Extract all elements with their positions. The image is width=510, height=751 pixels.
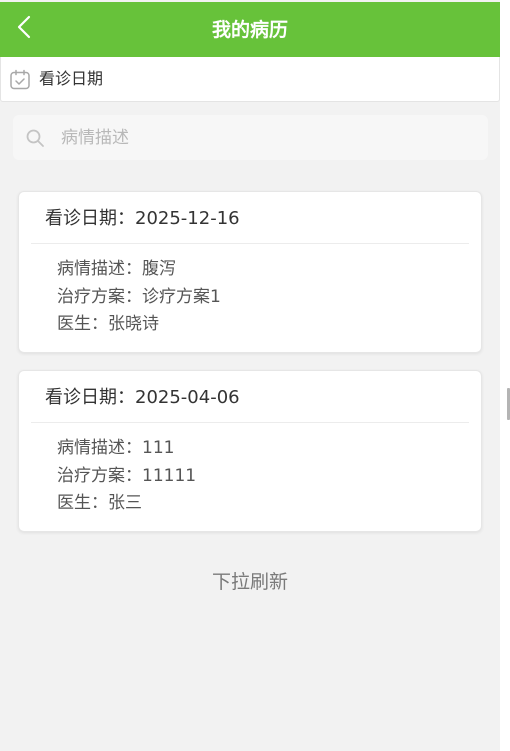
header-bar: 我的病历 bbox=[0, 2, 500, 57]
record-visit-date: 看诊日期：2025-12-16 bbox=[45, 208, 240, 230]
record-condition: 病情描述：腹泻 bbox=[57, 258, 176, 280]
record-condition-value: 腹泻 bbox=[142, 259, 176, 279]
record-divider bbox=[31, 422, 469, 423]
visit-date-filter[interactable]: 看诊日期 bbox=[0, 57, 500, 102]
record-card[interactable]: 看诊日期：2025-04-06 病情描述：111 治疗方案：11111 医生：张… bbox=[18, 370, 482, 532]
record-date-label: 看诊日期： bbox=[45, 208, 135, 229]
record-date-value: 2025-12-16 bbox=[135, 208, 240, 229]
record-treatment-label: 治疗方案： bbox=[57, 466, 142, 486]
record-doctor-value: 张三 bbox=[108, 493, 142, 513]
record-condition-label: 病情描述： bbox=[57, 259, 142, 279]
search-icon bbox=[26, 129, 44, 147]
record-doctor-label: 医生： bbox=[57, 314, 108, 334]
record-condition-label: 病情描述： bbox=[57, 438, 142, 458]
record-visit-date: 看诊日期：2025-04-06 bbox=[45, 387, 240, 409]
record-treatment-value: 诊疗方案1 bbox=[142, 287, 221, 307]
search-box[interactable] bbox=[13, 115, 488, 160]
app-screen: 我的病历 看诊日期 看诊日期：2025-12-16 病情描述：腹泻 治疗方案：诊… bbox=[0, 0, 500, 751]
record-doctor: 医生：张晓诗 bbox=[57, 313, 159, 335]
pull-to-refresh-hint: 下拉刷新 bbox=[211, 571, 288, 593]
record-divider bbox=[31, 243, 469, 244]
record-condition-value: 111 bbox=[142, 438, 175, 458]
record-date-label: 看诊日期： bbox=[45, 387, 135, 408]
search-input[interactable] bbox=[61, 126, 461, 150]
record-card[interactable]: 看诊日期：2025-12-16 病情描述：腹泻 治疗方案：诊疗方案1 医生：张晓… bbox=[18, 191, 482, 353]
calendar-check-icon bbox=[10, 69, 30, 90]
record-date-value: 2025-04-06 bbox=[135, 387, 240, 408]
page-title: 我的病历 bbox=[211, 19, 288, 41]
record-doctor: 医生：张三 bbox=[57, 492, 142, 514]
record-doctor-value: 张晓诗 bbox=[108, 314, 159, 334]
record-doctor-label: 医生： bbox=[57, 493, 108, 513]
record-condition: 病情描述：111 bbox=[57, 437, 174, 459]
visit-date-filter-label: 看诊日期 bbox=[39, 69, 104, 88]
record-treatment: 治疗方案：11111 bbox=[57, 465, 196, 487]
record-treatment-value: 11111 bbox=[142, 466, 197, 486]
record-treatment: 治疗方案：诊疗方案1 bbox=[57, 286, 221, 308]
record-treatment-label: 治疗方案： bbox=[57, 287, 142, 307]
